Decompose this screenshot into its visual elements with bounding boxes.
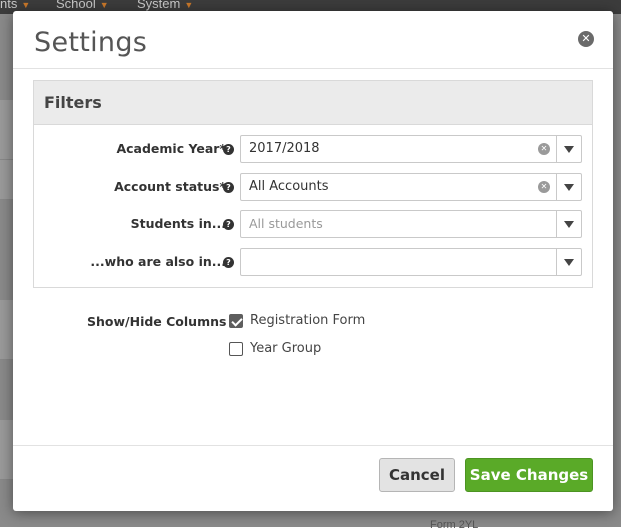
- background-nav-item: School ▼: [56, 0, 109, 11]
- nav-item-label: nts: [0, 0, 18, 11]
- dropdown-toggle[interactable]: [556, 174, 581, 200]
- select-value: 2017/2018: [249, 141, 320, 156]
- also-in-select[interactable]: [240, 248, 582, 276]
- checkbox-label[interactable]: Registration Form: [250, 313, 365, 328]
- filters-heading: Filters: [34, 81, 592, 125]
- filter-label: Students in...: [130, 216, 226, 231]
- checkbox-label[interactable]: Year Group: [250, 341, 321, 356]
- help-icon[interactable]: ?: [223, 219, 234, 230]
- background-row: [0, 160, 14, 200]
- help-icon[interactable]: ?: [223, 182, 234, 193]
- filter-label: Academic Year*: [116, 141, 226, 156]
- filter-label: Account status*: [114, 179, 226, 194]
- filter-row-academic-year: Academic Year* ? 2017/2018 ✕: [34, 135, 594, 163]
- dropdown-toggle[interactable]: [556, 211, 581, 237]
- filter-row-account-status: Account status* ? All Accounts ✕: [34, 173, 594, 201]
- select-placeholder: All students: [249, 216, 323, 231]
- modal-header: Settings ✕: [13, 11, 613, 69]
- caret-down-icon: [564, 221, 574, 228]
- nav-item-label: School: [56, 0, 96, 11]
- students-in-select[interactable]: All students: [240, 210, 582, 238]
- academic-year-select[interactable]: 2017/2018 ✕: [240, 135, 582, 163]
- modal-footer: Cancel Save Changes: [13, 445, 613, 511]
- close-icon[interactable]: ✕: [578, 31, 594, 47]
- caret-down-icon: ▼: [184, 0, 194, 10]
- caret-down-icon: [564, 184, 574, 191]
- background-nav-item: System ▼: [137, 0, 193, 11]
- show-hide-columns-label: Show/Hide Columns: [87, 314, 227, 329]
- filter-label: ...who are also in...: [90, 254, 226, 269]
- filters-panel: Filters Academic Year* ? 2017/2018 ✕ Acc…: [33, 80, 593, 288]
- background-row: [0, 100, 14, 160]
- caret-down-icon: ▼: [99, 0, 109, 10]
- checkbox-unchecked[interactable]: [229, 342, 243, 356]
- caret-down-icon: [564, 259, 574, 266]
- help-icon[interactable]: ?: [223, 144, 234, 155]
- cancel-button[interactable]: Cancel: [379, 458, 455, 492]
- dropdown-toggle[interactable]: [556, 249, 581, 275]
- checkbox-checked[interactable]: [229, 314, 243, 328]
- clear-icon[interactable]: ✕: [538, 181, 550, 193]
- nav-item-label: System: [137, 0, 181, 11]
- select-value: All Accounts: [249, 179, 329, 194]
- caret-down-icon: ▼: [21, 0, 31, 10]
- account-status-select[interactable]: All Accounts ✕: [240, 173, 582, 201]
- caret-down-icon: [564, 146, 574, 153]
- modal-title: Settings: [34, 27, 148, 58]
- filter-row-also-in: ...who are also in... ?: [34, 248, 594, 276]
- background-nav-item: nts ▼: [0, 0, 30, 11]
- clear-icon[interactable]: ✕: [538, 143, 550, 155]
- filter-row-students-in: Students in... ? All students: [34, 210, 594, 238]
- background-footer-text: Form 2YL: [430, 519, 479, 531]
- settings-modal: Settings ✕ Filters Academic Year* ? 2017…: [13, 11, 613, 511]
- background-row: [0, 300, 14, 360]
- help-icon[interactable]: ?: [223, 257, 234, 268]
- background-row: [0, 420, 14, 480]
- save-changes-button[interactable]: Save Changes: [465, 458, 593, 492]
- dropdown-toggle[interactable]: [556, 136, 581, 162]
